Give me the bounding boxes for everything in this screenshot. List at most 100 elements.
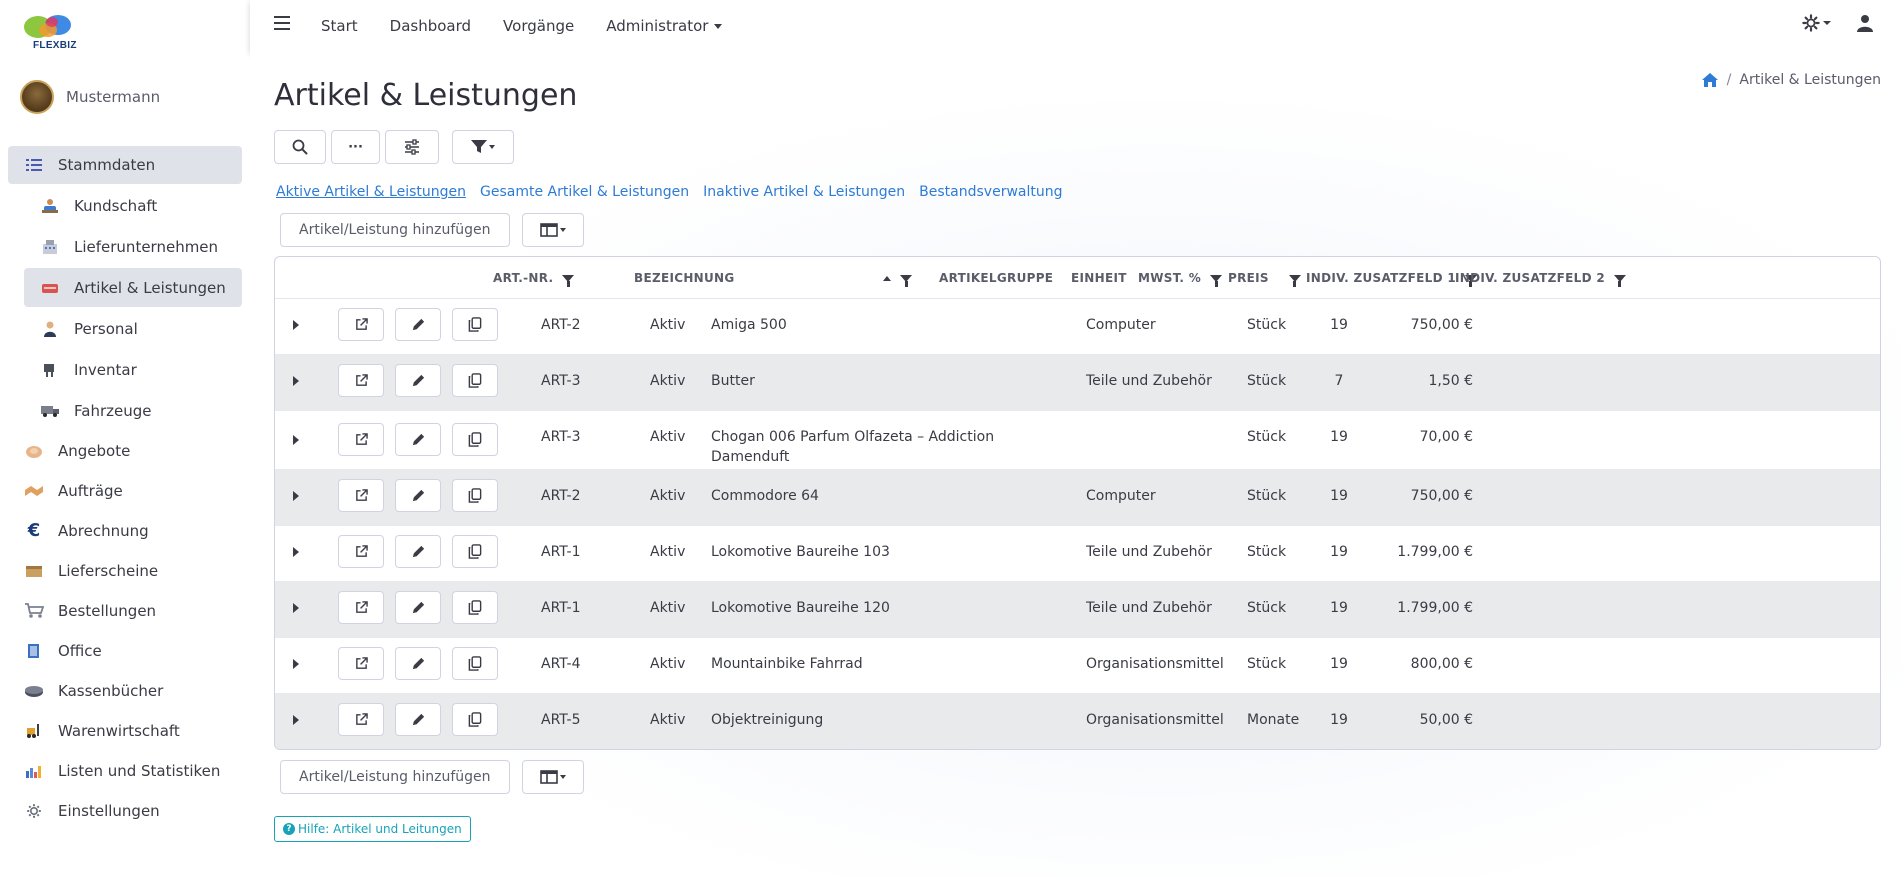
filter-icon[interactable] — [1288, 274, 1301, 287]
help-button[interactable]: ? Hilfe: Artikel und Leitungen — [274, 816, 471, 842]
question-circle-icon: ? — [283, 823, 295, 835]
more-options-button[interactable]: ··· — [331, 130, 380, 164]
open-button[interactable] — [338, 364, 384, 397]
table-row[interactable]: ART-3 Aktiv Chogan 006 Parfum Olfazeta – A… — [275, 411, 1880, 470]
sidebar-item-office[interactable]: Office — [8, 632, 242, 670]
nav-start[interactable]: Start — [321, 17, 358, 35]
column-settings-button[interactable] — [385, 130, 439, 164]
cell-einheit: Stück — [1247, 544, 1287, 560]
expand-row-icon[interactable] — [293, 435, 299, 445]
duplicate-button[interactable] — [452, 535, 498, 568]
table-row[interactable]: ART-1 Aktiv Lokomotive Baureihe 120 Teile u… — [275, 582, 1880, 638]
edit-button[interactable] — [395, 647, 441, 680]
add-article-button[interactable]: Artikel/Leistung hinzufügen — [280, 760, 510, 794]
search-button[interactable] — [274, 130, 326, 164]
open-button[interactable] — [338, 308, 384, 341]
open-button[interactable] — [338, 591, 384, 624]
duplicate-button[interactable] — [452, 703, 498, 736]
sidebar-item-angebote[interactable]: Angebote — [8, 432, 242, 470]
sidebar-item-abrechnung[interactable]: € Abrechnung — [8, 512, 242, 550]
add-article-button[interactable]: Artikel/Leistung hinzufügen — [280, 213, 510, 247]
expand-row-icon[interactable] — [293, 320, 299, 330]
duplicate-button[interactable] — [452, 591, 498, 624]
tab-aktive[interactable]: Aktive Artikel & Leistungen — [276, 184, 466, 200]
table-row[interactable]: ART-2 Aktiv Commodore 64 Computer Stück 19 750… — [275, 470, 1880, 526]
sidebar-item-kassenbücher[interactable]: Kassenbücher — [8, 672, 242, 710]
edit-button[interactable] — [395, 308, 441, 341]
expand-row-icon[interactable] — [293, 547, 299, 557]
open-button[interactable] — [338, 647, 384, 680]
open-button[interactable] — [338, 423, 384, 456]
sidebar-item-stammdaten[interactable]: Stammdaten — [8, 146, 242, 184]
nav-dashboard[interactable]: Dashboard — [390, 17, 471, 35]
col-zusatzfeld-1[interactable]: Indiv. Zusatzfeld 1 — [1306, 271, 1477, 287]
table-row[interactable]: ART-1 Aktiv Lokomotive Baureihe 103 Teile u… — [275, 526, 1880, 582]
theme-settings-button[interactable] — [1802, 14, 1831, 32]
col-einheit[interactable]: Einheit — [1071, 271, 1127, 285]
column-toggle-button[interactable] — [521, 213, 584, 247]
column-toggle-button[interactable] — [521, 760, 584, 794]
col-artikelgruppe[interactable]: Artikelgruppe — [939, 271, 1053, 285]
pencil-icon — [412, 433, 424, 446]
col-mwst[interactable]: MwSt. % — [1138, 271, 1223, 287]
sidebar-item-inventar[interactable]: Inventar — [24, 350, 242, 389]
edit-button[interactable] — [395, 423, 441, 456]
tab-inaktive[interactable]: Inaktive Artikel & Leistungen — [703, 184, 905, 200]
sidebar-item-personal[interactable]: Personal — [24, 309, 242, 348]
edit-button[interactable] — [395, 703, 441, 736]
help-label: Hilfe: Artikel und Leitungen — [298, 822, 462, 836]
filter-icon[interactable] — [562, 274, 575, 287]
open-button[interactable] — [338, 535, 384, 568]
open-button[interactable] — [338, 703, 384, 736]
filter-icon[interactable] — [1613, 274, 1626, 287]
expand-row-icon[interactable] — [293, 715, 299, 725]
expand-row-icon[interactable] — [293, 603, 299, 613]
menu-toggle-icon[interactable] — [274, 16, 290, 30]
table-row[interactable]: ART-4 Aktiv Mountainbike Fahrrad Organisati… — [275, 638, 1880, 694]
open-button[interactable] — [338, 479, 384, 512]
user-icon[interactable] — [1857, 14, 1873, 32]
user-profile[interactable]: Mustermann — [20, 80, 160, 114]
edit-button[interactable] — [395, 479, 441, 512]
sidebar-item-einstellungen[interactable]: Einstellungen — [8, 792, 242, 830]
duplicate-button[interactable] — [452, 647, 498, 680]
sidebar-item-lieferscheine[interactable]: Lieferscheine — [8, 552, 242, 590]
col-bezeichnung[interactable]: Bezeichnung — [634, 271, 912, 287]
sidebar-item-aufträge[interactable]: Aufträge — [8, 472, 242, 510]
sidebar-item-bestellungen[interactable]: Bestellungen — [8, 592, 242, 630]
filter-icon[interactable] — [900, 274, 912, 287]
table-row[interactable]: ART-5 Aktiv Objektreinigung Organisationsmi… — [275, 694, 1880, 749]
sidebar-item-label: Warenwirtschaft — [58, 722, 180, 740]
tab-gesamte[interactable]: Gesamte Artikel & Leistungen — [480, 184, 689, 200]
sidebar-item-lieferunternehmen[interactable]: Lieferunternehmen — [24, 227, 242, 266]
col-artnr[interactable]: Art.-Nr. — [493, 271, 575, 287]
sidebar-item-fahrzeuge[interactable]: Fahrzeuge — [24, 391, 242, 430]
sidebar-item-kundschaft[interactable]: Kundschaft — [24, 186, 242, 225]
nav-vorgaenge[interactable]: Vorgänge — [503, 17, 574, 35]
sort-ascending-icon[interactable] — [883, 275, 891, 281]
filter-icon[interactable] — [1210, 274, 1223, 287]
sidebar-item-warenwirtschaft[interactable]: Warenwirtschaft — [8, 712, 242, 750]
sidebar-item-listen-und-statistiken[interactable]: Listen und Statistiken — [8, 752, 242, 790]
table-row[interactable]: ART-2 Aktiv Amiga 500 Computer Stück 19 750,00… — [275, 299, 1880, 355]
col-zusatzfeld-2[interactable]: Indiv. Zusatzfeld 2 — [1455, 271, 1626, 287]
expand-row-icon[interactable] — [293, 376, 299, 386]
edit-button[interactable] — [395, 591, 441, 624]
home-icon[interactable] — [1701, 72, 1719, 88]
cell-bezeichnung: Chogan 006 Parfum Olfazeta – Addiction Da… — [711, 427, 1001, 467]
duplicate-button[interactable] — [452, 308, 498, 341]
avatar[interactable] — [20, 80, 54, 114]
filter-dropdown-button[interactable] — [452, 130, 514, 164]
col-preis[interactable]: Preis — [1228, 271, 1301, 287]
expand-row-icon[interactable] — [293, 491, 299, 501]
edit-button[interactable] — [395, 364, 441, 397]
expand-row-icon[interactable] — [293, 659, 299, 669]
table-row[interactable]: ART-3 Aktiv Butter Teile und Zubehör Stück 7 1… — [275, 355, 1880, 411]
sidebar-item-artikel-leistungen[interactable]: Artikel & Leistungen — [24, 268, 242, 307]
nav-administrator-dropdown[interactable]: Administrator — [606, 17, 723, 35]
duplicate-button[interactable] — [452, 423, 498, 456]
tab-bestandsverwaltung[interactable]: Bestandsverwaltung — [919, 184, 1062, 200]
duplicate-button[interactable] — [452, 479, 498, 512]
edit-button[interactable] — [395, 535, 441, 568]
duplicate-button[interactable] — [452, 364, 498, 397]
